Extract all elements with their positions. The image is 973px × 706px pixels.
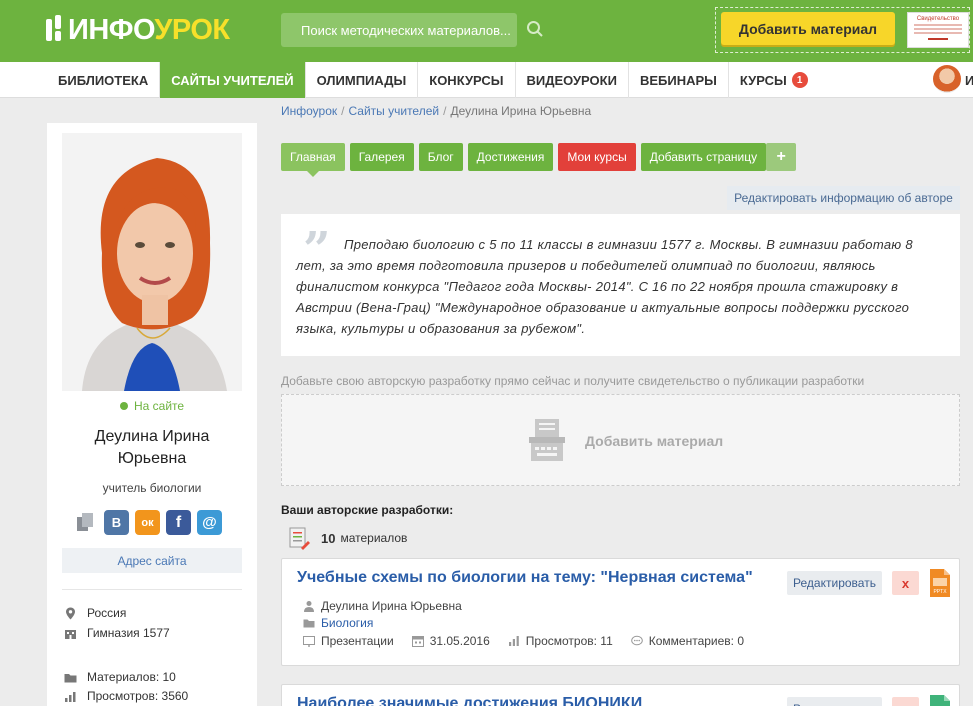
copy-link-icon[interactable] [73, 510, 98, 535]
document-list-icon [289, 527, 310, 550]
certificate-thumbnail[interactable]: Свидетельство [907, 12, 969, 48]
site-logo[interactable]: ИНФОУРОК [44, 14, 230, 46]
teacher-role: учитель биологии [102, 481, 202, 495]
subject-link[interactable]: Биология [321, 616, 373, 630]
user-menu-label[interactable]: И [965, 73, 973, 88]
tab-blog[interactable]: Блог [418, 143, 463, 171]
tab-achievements[interactable]: Достижения [467, 143, 554, 171]
publish-promo-text: Добавьте свою авторскую разработку прямо… [281, 374, 865, 388]
material-title[interactable]: Наиболее значимые достижения БИОНИКИ [297, 695, 642, 706]
pptx-file-icon[interactable]: PPTX [930, 569, 950, 597]
school-building-icon [65, 629, 76, 639]
views-chart-icon [508, 636, 519, 646]
search-input[interactable]: Поиск методических материалов... [281, 13, 517, 47]
works-heading: Ваши авторские разработки: [281, 503, 454, 517]
site-address-button[interactable]: Адрес сайта [62, 548, 242, 573]
nav-library[interactable]: БИБЛИОТЕКА [0, 62, 161, 98]
about-text: Преподаю биологию с 5 по 11 классы в гим… [296, 237, 913, 336]
logo-text: ИНФОУРОК [68, 13, 230, 46]
breadcrumb-current: Деулина Ирина Юрьевна [450, 104, 592, 118]
material-card: Наиболее значимые достижения БИОНИКИ Ред… [281, 684, 960, 706]
nav-contests[interactable]: КОНКУРСЫ [418, 62, 516, 98]
typewriter-icon [529, 419, 565, 461]
presentation-icon [303, 636, 315, 647]
material-meta-row: Презентации 31.05.2016 Просмотров: 11 Ко… [303, 634, 744, 648]
profile-sidebar: На сайте Деулина Ирина Юрьевна учитель би… [47, 123, 257, 706]
tab-gallery[interactable]: Галерея [349, 143, 414, 171]
views-chart-icon [65, 691, 76, 702]
odnoklassniki-icon[interactable]: ок [135, 510, 160, 535]
nav-courses[interactable]: КУРСЫ 1 [729, 62, 819, 98]
materials-row: Материалов: 10 [64, 670, 176, 684]
top-header: ИНФОУРОК Поиск методических материалов..… [0, 0, 973, 62]
delete-material-button[interactable]: x [892, 697, 919, 706]
quote-icon: ” [303, 222, 331, 278]
material-card: Учебные схемы по биологии на тему: "Нерв… [281, 558, 960, 666]
nav-webinars[interactable]: ВЕБИНАРЫ [629, 62, 729, 98]
edit-material-button[interactable]: Редактировать [787, 571, 882, 595]
nav-teacher-sites[interactable]: САЙТЫ УЧИТЕЛЕЙ [160, 62, 306, 98]
courses-badge: 1 [791, 72, 808, 88]
calendar-icon [411, 636, 424, 647]
online-dot-icon [120, 402, 128, 410]
teacher-name-line: Деулина Ирина [94, 428, 210, 445]
nav-olympiads[interactable]: ОЛИМПИАДЫ [306, 62, 419, 98]
about-block: ” Преподаю биологию с 5 по 11 классы в г… [281, 214, 960, 356]
material-subject: Биология [303, 616, 373, 630]
svg-text:PPTX: PPTX [933, 589, 947, 595]
add-material-dropzone[interactable]: Добавить материал [281, 394, 960, 486]
online-status: На сайте [120, 399, 184, 413]
main-nav: БИБЛИОТЕКА САЙТЫ УЧИТЕЛЕЙ ОЛИМПИАДЫ КОНК… [0, 62, 973, 98]
folder-icon [303, 619, 315, 628]
add-material-button[interactable]: Добавить материал [721, 12, 895, 45]
user-avatar[interactable] [933, 65, 961, 93]
country-row: Россия [64, 606, 126, 620]
material-comments[interactable]: Комментариев: 0 [630, 634, 744, 648]
edit-material-button[interactable]: Редактировать [787, 697, 882, 706]
works-count: 10 материалов [287, 526, 407, 550]
material-title[interactable]: Учебные схемы по биологии на тему: "Нерв… [297, 569, 753, 587]
facebook-icon[interactable]: f [166, 510, 191, 535]
delete-material-button[interactable]: x [892, 571, 919, 595]
material-date: 31.05.2016 [411, 634, 490, 648]
views-row: Просмотров: 3560 [64, 689, 188, 703]
mail-icon[interactable]: @ [197, 510, 222, 535]
folder-icon [64, 673, 77, 682]
dropzone-label: Добавить материал [585, 433, 724, 449]
search-icon[interactable] [526, 20, 544, 38]
material-author: Деулина Ирина Юрьевна [303, 599, 462, 613]
material-views: Просмотров: 11 [508, 634, 613, 648]
tab-main[interactable]: Главная [281, 143, 345, 177]
profile-tabs: Главная Галерея Блог Достижения Мои курс… [281, 143, 797, 177]
vk-icon[interactable]: В [104, 510, 129, 535]
sidebar-divider [62, 589, 242, 590]
profile-photo [62, 133, 242, 391]
breadcrumb: Инфоурок / Сайты учителей / Деулина Ирина Юр… [281, 104, 592, 118]
add-page-plus-button[interactable]: + [766, 143, 797, 171]
comment-icon [630, 635, 643, 646]
tab-add-page[interactable]: Добавить страницу [640, 143, 767, 171]
teacher-name: Деулина Ирина Юрьевна [47, 426, 257, 470]
school-row: Гимназия 1577 [64, 626, 170, 640]
nav-courses-label: КУРСЫ [739, 72, 787, 88]
breadcrumb-section[interactable]: Сайты учителей [348, 104, 439, 118]
file-icon[interactable] [930, 695, 950, 706]
tab-my-courses[interactable]: Мои курсы [558, 143, 636, 171]
edit-author-info-button[interactable]: Редактировать информацию об авторе [727, 186, 960, 210]
user-icon [304, 601, 314, 612]
teacher-name-line: Юрьевна [117, 450, 187, 467]
social-links: В ок f @ [73, 510, 222, 535]
nav-videolessons[interactable]: ВИДЕОУРОКИ [516, 62, 629, 98]
location-pin-icon [66, 607, 75, 619]
logo-mark-icon [44, 15, 66, 45]
breadcrumb-home[interactable]: Инфоурок [281, 104, 337, 118]
